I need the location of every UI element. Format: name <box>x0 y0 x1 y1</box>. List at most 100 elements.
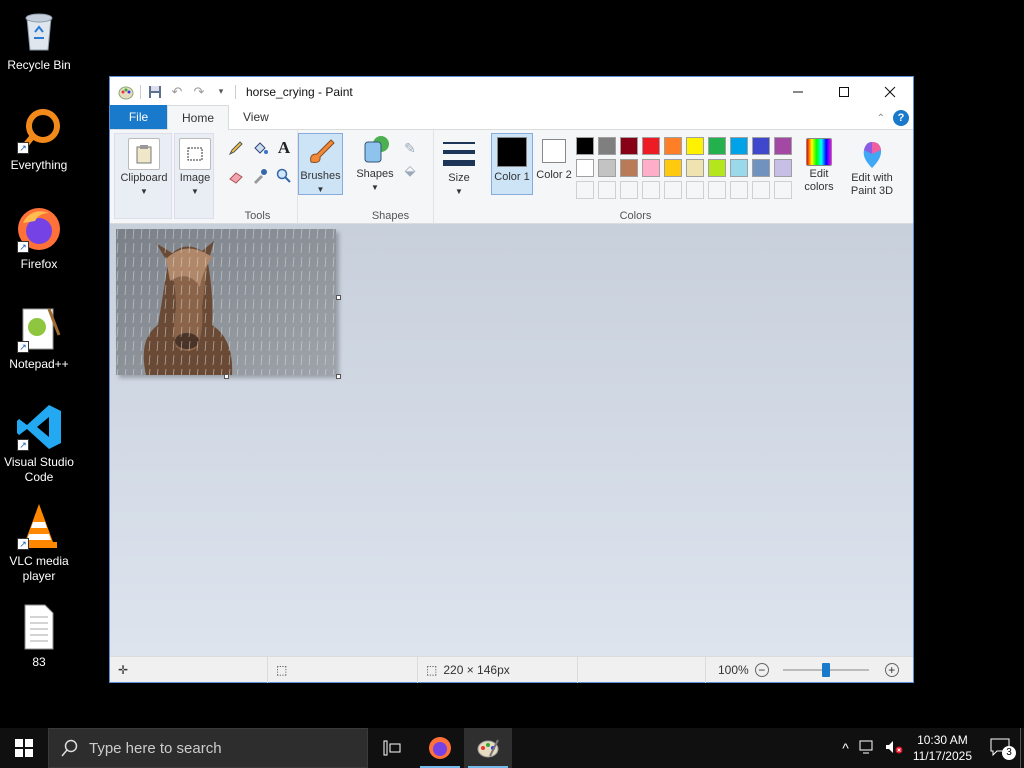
palette-swatch[interactable] <box>686 137 704 155</box>
size-label: Size <box>448 172 470 184</box>
palette-swatch[interactable] <box>774 159 792 177</box>
edit-colors-label: Edit colors <box>804 168 834 193</box>
taskbar: Type here to search ^ 10:30 AM 11/17/202… <box>0 728 1024 768</box>
help-icon[interactable]: ? <box>893 110 909 126</box>
desktop-icon-label: 83 <box>32 655 46 669</box>
desktop-icon-file-83[interactable]: 83 <box>0 603 78 670</box>
horse-image[interactable] <box>116 229 336 375</box>
paint-app-icon[interactable] <box>118 84 134 100</box>
firefox-icon <box>429 737 451 759</box>
palette-swatch[interactable] <box>686 159 704 177</box>
close-button[interactable] <box>867 77 913 106</box>
fill-icon[interactable] <box>250 138 270 158</box>
taskbar-firefox[interactable] <box>416 728 464 768</box>
color-picker-icon[interactable] <box>250 166 270 186</box>
desktop-icon-notepadpp[interactable]: ↗ Notepad++ <box>0 305 78 372</box>
resize-handle-corner[interactable] <box>336 374 341 379</box>
palette-swatch[interactable] <box>708 159 726 177</box>
brushes-button[interactable]: Brushes ▼ <box>298 133 343 195</box>
edit-colors-button[interactable]: Edit colors <box>798 138 840 194</box>
resize-handle-right[interactable] <box>336 295 341 300</box>
palette-swatch[interactable] <box>642 159 660 177</box>
colors-group: Color 1 Color 2 Edit colors Colors <box>486 130 845 224</box>
palette-swatch[interactable] <box>576 137 594 155</box>
zoom-slider[interactable] <box>782 663 869 677</box>
edit-paint3d-button[interactable]: Edit with Paint 3D <box>846 138 898 198</box>
start-button[interactable] <box>0 728 48 768</box>
palette-swatch[interactable] <box>730 137 748 155</box>
color1-label: Color 1 <box>494 171 530 183</box>
palette-swatch[interactable] <box>752 159 770 177</box>
show-hidden-icons-icon[interactable]: ^ <box>836 740 855 756</box>
zoom-out-icon[interactable]: − <box>754 663 769 677</box>
everything-icon: ↗ <box>15 106 63 154</box>
palette-swatch[interactable] <box>576 159 594 177</box>
shapes-button[interactable]: Shapes ▼ <box>352 134 398 194</box>
tab-home[interactable]: Home <box>167 105 230 130</box>
eraser-icon[interactable] <box>226 166 246 186</box>
recycle-bin-icon <box>15 6 63 54</box>
custom-color-slot[interactable] <box>774 181 792 199</box>
custom-color-slot[interactable] <box>642 181 660 199</box>
desktop-icon-firefox[interactable]: ↗ Firefox <box>0 205 78 272</box>
redo-icon[interactable]: ↷ <box>191 84 207 100</box>
tab-file[interactable]: File <box>110 105 167 129</box>
minimize-button[interactable] <box>775 77 821 106</box>
color1-button[interactable]: Color 1 <box>491 133 533 195</box>
maximize-button[interactable] <box>821 77 867 106</box>
palette-swatch[interactable] <box>598 159 616 177</box>
palette-swatch[interactable] <box>620 137 638 155</box>
tab-view[interactable]: View <box>229 105 283 129</box>
task-view-button[interactable] <box>368 728 416 768</box>
zoom-in-icon[interactable]: + <box>884 663 899 677</box>
custom-color-slot[interactable] <box>598 181 616 199</box>
desktop-icon-recycle-bin[interactable]: Recycle Bin <box>0 6 78 73</box>
size-button[interactable]: Size ▼ <box>438 138 480 198</box>
canvas-area[interactable] <box>110 224 913 657</box>
pencil-icon[interactable] <box>226 138 246 158</box>
custom-color-slot[interactable] <box>730 181 748 199</box>
customize-qat-icon[interactable]: ▾ <box>213 84 229 100</box>
palette-swatch[interactable] <box>774 137 792 155</box>
custom-color-slot[interactable] <box>620 181 638 199</box>
undo-icon[interactable]: ↶ <box>169 84 185 100</box>
network-icon[interactable] <box>855 740 881 757</box>
palette-swatch[interactable] <box>752 137 770 155</box>
desktop-icon-vlc[interactable]: ↗ VLC media player <box>0 502 78 584</box>
fill-shape-icon[interactable]: ⬙ <box>400 160 420 180</box>
notifications-button[interactable]: 3 <box>978 738 1020 760</box>
taskbar-paint[interactable] <box>464 728 512 768</box>
volume-muted-icon[interactable] <box>881 740 907 757</box>
custom-color-slot[interactable] <box>708 181 726 199</box>
palette-swatch[interactable] <box>664 137 682 155</box>
desktop-icon-everything[interactable]: ↗ Everything <box>0 106 78 173</box>
custom-color-slot[interactable] <box>752 181 770 199</box>
save-icon[interactable] <box>147 84 163 100</box>
palette-swatch[interactable] <box>598 137 616 155</box>
outline-icon[interactable]: ✎ <box>400 138 420 158</box>
custom-color-slot[interactable] <box>686 181 704 199</box>
palette-swatch[interactable] <box>664 159 682 177</box>
shortcut-arrow-icon: ↗ <box>17 341 29 353</box>
clipboard-button[interactable]: Clipboard ▼ <box>119 138 169 198</box>
desktop-icon-vscode[interactable]: ↗ Visual Studio Code <box>0 403 78 485</box>
zoom-slider-thumb[interactable] <box>821 663 830 677</box>
text-icon[interactable]: A <box>274 138 294 158</box>
custom-color-slot[interactable] <box>576 181 594 199</box>
zoom-level: 100% <box>718 663 749 677</box>
collapse-ribbon-icon[interactable]: ⌃ <box>877 113 885 124</box>
color2-button[interactable]: Color 2 <box>533 133 575 195</box>
image-label: Image <box>179 172 211 184</box>
custom-color-slot[interactable] <box>664 181 682 199</box>
palette-swatch[interactable] <box>708 137 726 155</box>
palette-swatch[interactable] <box>730 159 748 177</box>
show-desktop-button[interactable] <box>1020 728 1024 768</box>
palette-swatch[interactable] <box>642 137 660 155</box>
image-button[interactable]: Image ▼ <box>177 138 213 198</box>
clock[interactable]: 10:30 AM 11/17/2025 <box>907 732 978 764</box>
magnifier-icon[interactable] <box>274 166 294 186</box>
move-cursor-icon: ✛ <box>118 663 129 677</box>
palette-swatch[interactable] <box>620 159 638 177</box>
resize-handle-bottom[interactable] <box>224 374 229 379</box>
taskbar-search[interactable]: Type here to search <box>48 728 368 768</box>
